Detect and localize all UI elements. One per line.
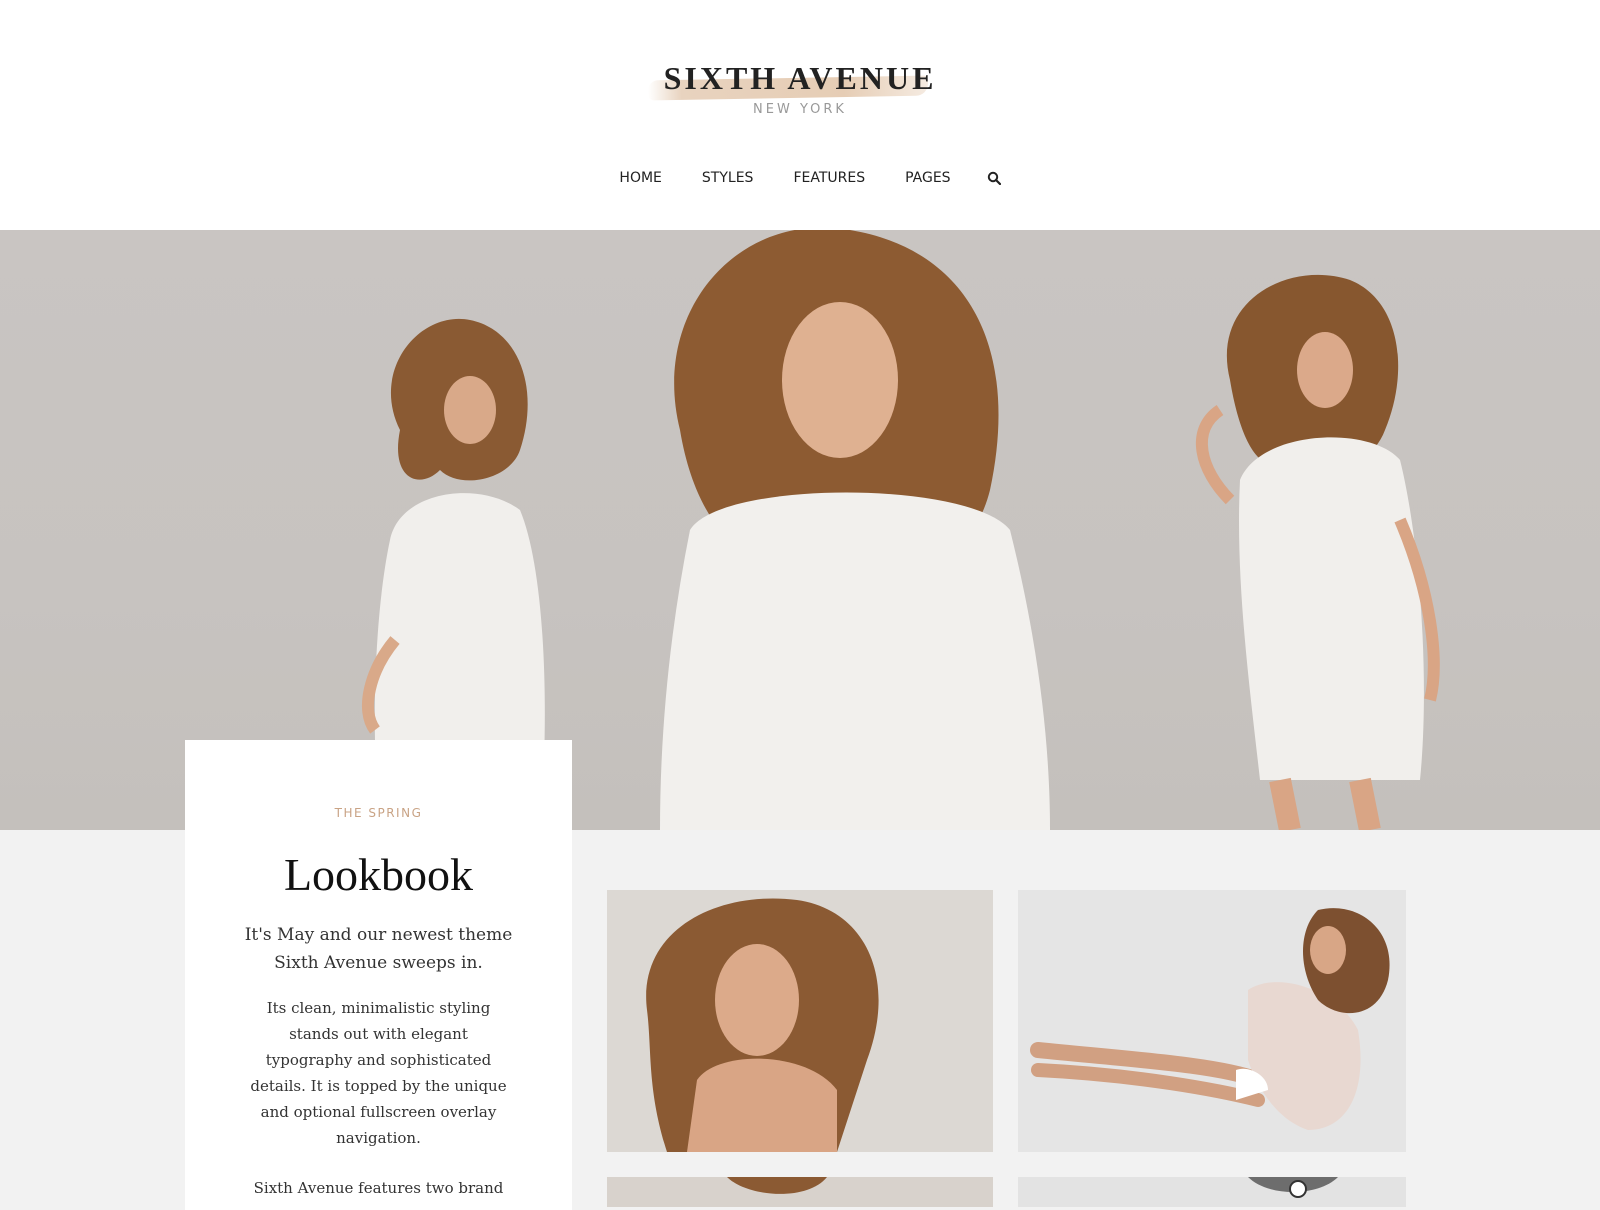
logo-title: SIXTH AVENUE (663, 60, 937, 96)
photo-1-model (646, 898, 879, 1152)
lookbook-photo-4[interactable] (1018, 1177, 1406, 1207)
card-lead: It's May and our newest theme Sixth Aven… (244, 925, 513, 973)
lookbook-photo-3[interactable] (607, 1177, 993, 1207)
main-nav: HOME STYLES FEATURES PAGES (0, 170, 1600, 186)
lookbook-card: THE SPRING Lookbook It's May and our new… (185, 740, 572, 1210)
lookbook-photo-1[interactable] (607, 890, 993, 1152)
logo-subtitle: NEW YORK (753, 102, 847, 117)
nav-features[interactable]: FEATURES (793, 170, 865, 186)
card-title: Lookbook (283, 849, 474, 900)
photo-4-model (1248, 1177, 1338, 1198)
hero-model-center (660, 230, 1050, 830)
nav-styles[interactable]: STYLES (702, 170, 754, 186)
search-icon[interactable] (987, 171, 1001, 185)
card-body-2: Sixth Avenue features two brand (253, 1179, 504, 1197)
card-body: Its clean, minimalistic styling stands o… (250, 999, 507, 1147)
site-logo[interactable]: SIXTH AVENUE NEW YORK (0, 60, 1600, 117)
photo-2-model (1030, 908, 1390, 1130)
site-header: SIXTH AVENUE NEW YORK HOME STYLES FEATUR… (0, 0, 1600, 230)
photo-3-model (727, 1177, 827, 1194)
nav-home[interactable]: HOME (619, 170, 661, 186)
hero-model-right (1196, 274, 1440, 830)
lookbook-photo-2[interactable] (1018, 890, 1406, 1152)
card-eyebrow: THE SPRING (334, 806, 423, 820)
nav-pages[interactable]: PAGES (905, 170, 950, 186)
